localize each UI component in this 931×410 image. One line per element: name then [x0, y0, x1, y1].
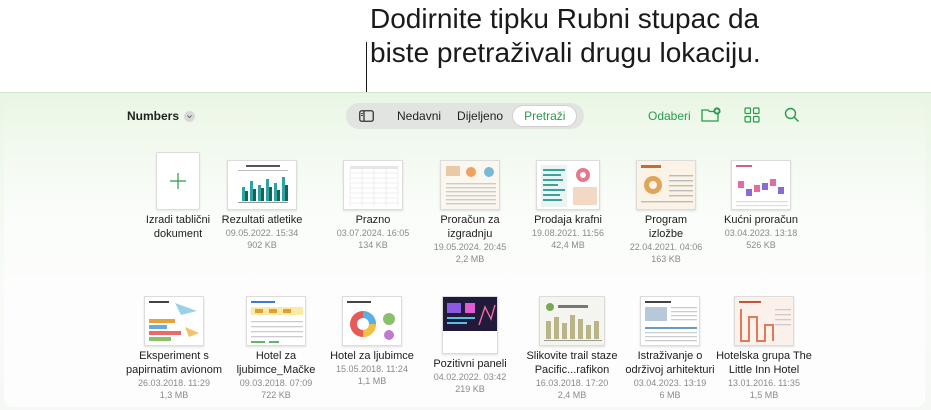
file-thumbnail	[342, 296, 402, 346]
new-folder-button[interactable]	[701, 106, 721, 124]
file-name: Hotel za	[255, 350, 297, 362]
file-thumbnail	[343, 160, 403, 210]
file-name-line2: Pacific...rafikon	[534, 364, 610, 376]
file-thumbnail	[734, 296, 794, 346]
tab-browse[interactable]: Pretraži	[513, 106, 577, 126]
file-date: 15.05.2018. 11:24	[336, 364, 408, 374]
file-tile[interactable]: Slikovite trail staze Pacific...rafikon …	[517, 286, 627, 401]
app-name: Numbers	[127, 109, 180, 123]
file-size: 2,2 MB	[455, 254, 485, 264]
file-size: 42,4 MB	[551, 240, 585, 250]
file-tile[interactable]: Pozitivni paneli 04.02.2022. 03:42 219 K…	[420, 286, 520, 395]
file-thumbnail	[246, 296, 306, 346]
sidebar-button[interactable]	[349, 106, 383, 126]
file-date: 09.05.2022. 15:34	[225, 228, 299, 238]
file-size: 526 KB	[746, 240, 776, 250]
file-size: 134 KB	[358, 240, 388, 250]
file-name-line2: Little Inn Hotel	[728, 364, 800, 376]
search-icon	[784, 107, 800, 123]
callout-line-1: Dodirnite tipku Rubni stupac da	[370, 3, 760, 34]
file-tile[interactable]: Proračun za izgradnju 19.05.2024. 20:45 …	[420, 150, 520, 265]
app-location-menu[interactable]: Numbers	[127, 109, 196, 123]
file-tile[interactable]: Hotel za ljubimce_Mačke 09.03.2018. 07:0…	[226, 286, 326, 401]
file-tile[interactable]: Hotelska grupa The Little Inn Hotel 13.0…	[708, 286, 820, 401]
file-size: 2,4 MB	[557, 390, 587, 400]
file-size: 902 KB	[247, 240, 277, 250]
file-name: Hotel za ljubimce	[330, 350, 414, 362]
file-tile[interactable]: Program izložbe 22.04.2021. 04:06 163 KB	[616, 150, 716, 265]
file-date: 26.03.2018. 11:29	[138, 378, 210, 388]
file-size: 722 KB	[261, 390, 291, 400]
tab-shared[interactable]: Dijeljeno	[449, 106, 511, 126]
tab-recent[interactable]: Nedavni	[389, 106, 449, 126]
file-name: Proračun za	[440, 214, 500, 226]
file-date: 22.04.2021. 04:06	[629, 242, 703, 252]
grid-view-icon	[744, 107, 760, 123]
grid-view-button[interactable]	[742, 106, 762, 124]
file-thumbnail	[144, 296, 204, 346]
file-name-line2: izgradnju	[447, 228, 493, 240]
file-thumbnail	[536, 160, 600, 210]
plus-icon	[156, 152, 200, 210]
file-date: 04.02.2022. 03:42	[433, 372, 507, 382]
file-thumbnail	[539, 296, 605, 346]
file-size: 163 KB	[651, 254, 681, 264]
file-size: 1,1 MB	[357, 376, 387, 386]
sidebar-icon	[358, 110, 374, 122]
file-name: Pozitivni paneli	[433, 358, 507, 370]
file-name: Prodaja krafni	[534, 214, 602, 226]
file-name: Hotelska grupa The	[716, 350, 812, 362]
file-thumbnail	[636, 160, 696, 210]
file-tile[interactable]: Eksperiment s papirnatim avionom 26.03.2…	[116, 286, 232, 401]
file-tile[interactable]: Rezultati atletike 09.05.2022. 15:34 902…	[212, 150, 312, 251]
browse-segmented-control: Nedavni Dijeljeno Pretraži	[346, 103, 584, 129]
file-name-line2: ljubimce_Mačke	[236, 364, 316, 376]
file-date: 03.04.2023. 13:18	[724, 228, 798, 238]
file-name: Program	[644, 214, 688, 226]
file-date: 13.01.2016. 11:35	[728, 378, 800, 388]
file-name: Prazno	[355, 214, 391, 226]
file-tile[interactable]: Kućni proračun 03.04.2023. 13:18 526 KB	[711, 150, 811, 251]
file-name: Rezultati atletike	[221, 214, 303, 226]
select-button[interactable]: Odaberi	[648, 109, 691, 123]
file-date: 09.03.2018. 07:09	[239, 378, 313, 388]
file-tile[interactable]: Prodaja krafni 19.08.2021. 11:56 42,4 MB	[518, 150, 618, 251]
callout-line-2: biste pretraživali drugu lokaciju.	[370, 37, 761, 68]
file-thumbnail	[440, 160, 500, 210]
file-name-line2: izložbe	[648, 228, 684, 240]
file-name: Kućni proračun	[724, 214, 798, 226]
file-name-line2: papirnatim avionom	[126, 364, 222, 376]
file-name: Eksperiment s	[139, 350, 209, 362]
callout-text: Dodirnite tipku Rubni stupac da biste pr…	[370, 2, 910, 70]
search-button[interactable]	[782, 106, 802, 124]
file-thumbnail	[442, 296, 498, 354]
document-browser: Numbers Nedavni Dijeljeno Pretraži Odabe…	[0, 92, 931, 410]
file-thumbnail	[227, 160, 297, 210]
file-thumbnail	[640, 296, 700, 346]
file-size: 219 KB	[455, 384, 485, 394]
file-date: 19.08.2021. 11:56	[532, 228, 604, 238]
browser-content: Numbers Nedavni Dijeljeno Pretraži Odabe…	[4, 93, 925, 407]
file-tile[interactable]: Prazno 03.07.2024. 16:05 134 KB	[323, 150, 423, 251]
chevron-down-icon	[184, 110, 196, 122]
file-thumbnail	[731, 160, 791, 210]
file-name: Slikovite trail staze	[526, 350, 618, 362]
file-tile[interactable]: Hotel za ljubimce 15.05.2018. 11:24 1,1 …	[322, 286, 422, 387]
folder-plus-icon	[701, 107, 721, 122]
file-size: 1,5 MB	[749, 390, 779, 400]
callout-pointer	[366, 42, 367, 98]
file-size: 1,3 MB	[159, 390, 189, 400]
file-date: 19.05.2024. 20:45	[433, 242, 507, 252]
file-date: 03.07.2024. 16:05	[336, 228, 410, 238]
file-date: 16.03.2018. 17:20	[535, 378, 609, 388]
